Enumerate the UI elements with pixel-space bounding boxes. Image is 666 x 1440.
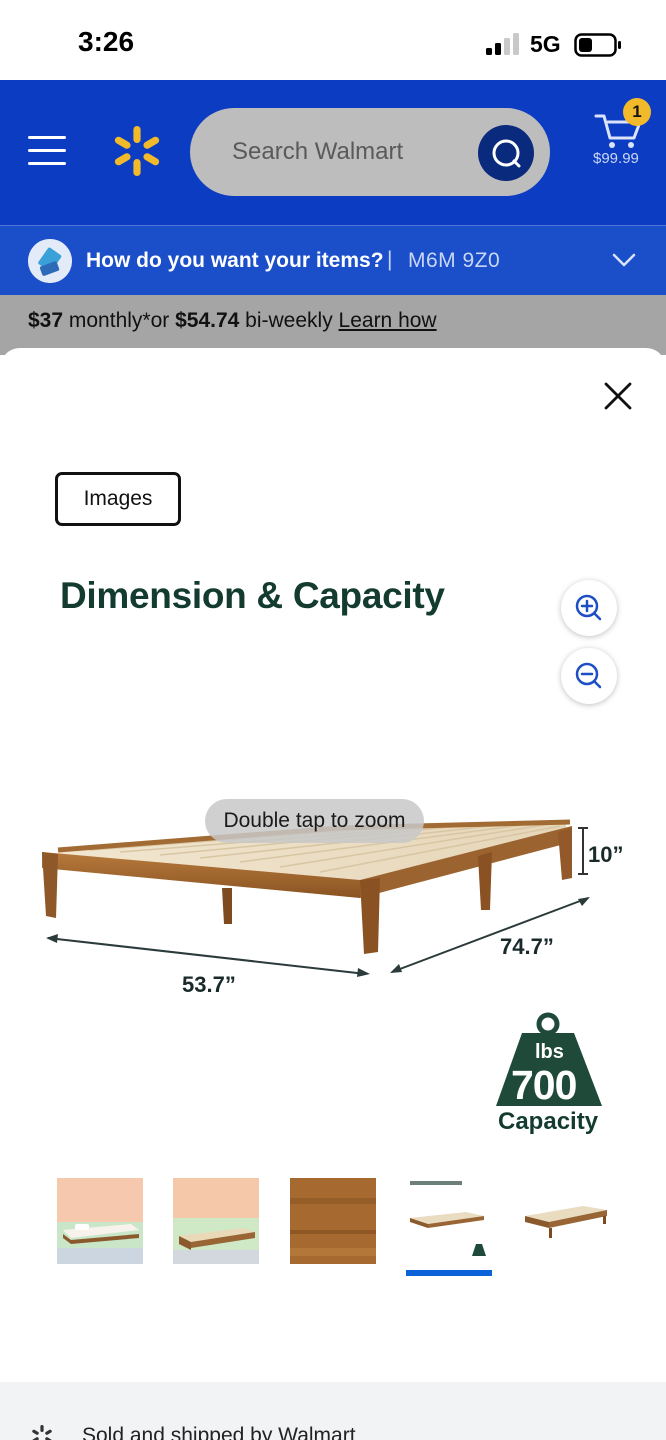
weight-caption: Capacity — [498, 1108, 599, 1135]
cart-count-badge: 1 — [623, 98, 651, 126]
biweekly-amount: $54.74 — [175, 309, 240, 332]
images-tab[interactable]: Images — [55, 472, 181, 526]
width-label: 53.7” — [182, 972, 236, 997]
thumbnail-5-image — [523, 1178, 609, 1264]
signal-icon — [486, 33, 519, 55]
thumbnail-4[interactable] — [406, 1178, 492, 1264]
delivery-prompt: How do you want your items? — [86, 249, 384, 272]
battery-icon — [574, 33, 621, 57]
zoom-hint-tooltip: Double tap to zoom — [205, 799, 424, 843]
search-button[interactable] — [478, 125, 534, 181]
image-title: Dimension & Capacity — [60, 575, 445, 616]
thumbnail-4-image — [406, 1178, 492, 1264]
postal-code: M6M 9Z0 — [408, 249, 501, 272]
search-placeholder: Search Walmart — [232, 138, 404, 165]
financing-text: $37 monthly*or $54.74 bi-weekly Learn ho… — [28, 309, 437, 333]
thumbnail-2[interactable] — [173, 1178, 259, 1264]
delivery-separator: | — [387, 248, 393, 271]
thumbnail-selected-indicator — [406, 1270, 492, 1276]
thumbnail-3-image — [290, 1178, 376, 1264]
depth-label: 74.7” — [500, 934, 554, 959]
monthly-amount: $37 — [28, 309, 64, 332]
sold-by-bar: Sold and shipped by Walmart — [0, 1382, 666, 1440]
height-label: 10” — [588, 842, 624, 867]
search-icon — [492, 139, 521, 168]
delivery-icon — [28, 239, 72, 283]
search-bar[interactable]: Search Walmart — [190, 108, 550, 196]
close-icon[interactable] — [600, 378, 636, 414]
thumbnail-3[interactable] — [290, 1178, 376, 1264]
thumbnail-1-image — [57, 1178, 143, 1264]
sold-by-text: Sold and shipped by Walmart — [82, 1424, 356, 1440]
thumbnail-1[interactable] — [57, 1178, 143, 1264]
weight-value: 700 — [511, 1062, 577, 1108]
status-time: 3:26 — [78, 26, 135, 57]
financing-banner: $37 monthly*or $54.74 bi-weekly Learn ho… — [0, 295, 666, 355]
thumbnail-5[interactable] — [523, 1178, 609, 1264]
weight-unit: lbs — [535, 1041, 564, 1063]
zoom-in-button[interactable] — [561, 580, 617, 636]
zoom-in-icon — [575, 594, 602, 621]
zoom-out-button[interactable] — [561, 648, 617, 704]
menu-icon[interactable] — [28, 136, 68, 166]
monthly-text: monthly*or — [63, 309, 176, 332]
thumbnail-2-image — [173, 1178, 259, 1264]
walmart-spark-logo[interactable] — [112, 125, 162, 177]
learn-how-link[interactable]: Learn how — [339, 309, 437, 332]
biweekly-text: bi-weekly — [239, 309, 339, 332]
cart-total: $99.99 — [593, 150, 639, 167]
zoom-out-icon — [575, 662, 602, 689]
network-type: 5G — [530, 31, 561, 57]
thumbnail-strip — [57, 1178, 617, 1278]
screen: 3:26 5G Search Walmart 1 $99.99 How do y… — [0, 0, 666, 1440]
status-bar: 3:26 5G — [0, 0, 666, 80]
chevron-down-icon — [612, 253, 636, 267]
walmart-spark-small-icon — [32, 1425, 52, 1440]
delivery-selector[interactable]: How do you want your items? | M6M 9Z0 — [0, 225, 666, 295]
